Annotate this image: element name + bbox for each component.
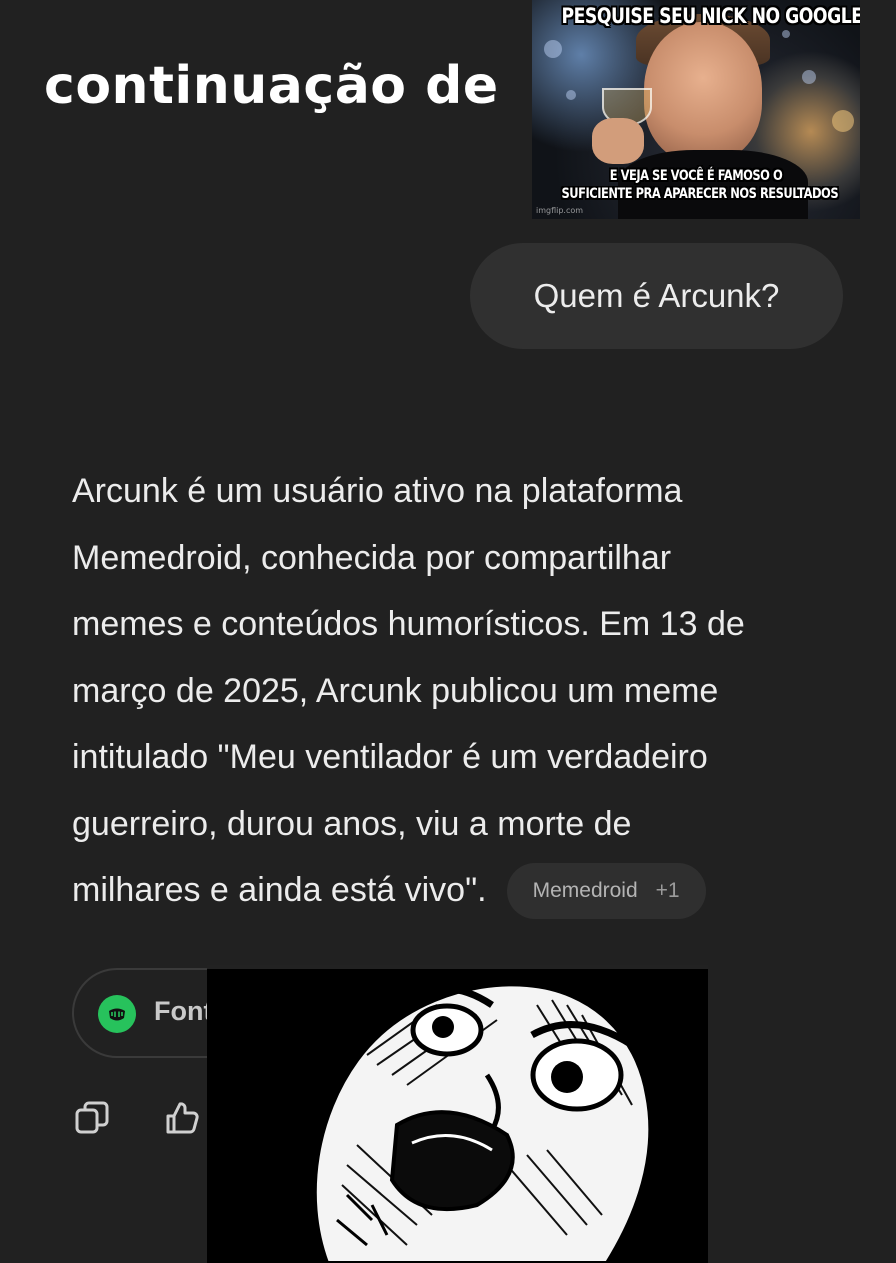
- user-message-bubble: Quem é Arcunk?: [470, 243, 843, 349]
- thumbs-up-button[interactable]: [162, 1098, 202, 1138]
- rage-face-meme-image: [207, 965, 708, 1263]
- answer-line: Memedroid, conhecida por compartilhar: [72, 538, 672, 577]
- thumbs-up-icon: [166, 1102, 199, 1134]
- answer-line: março de 2025, Arcunk publicou um meme: [72, 671, 719, 710]
- source-chip-extra: +1: [655, 879, 680, 902]
- caption-title: continuação de: [44, 56, 499, 116]
- answer-line: milhares e ainda está vivo".: [72, 871, 487, 909]
- assistant-answer: Arcunk é um usuário ativo na plataforma …: [72, 458, 852, 924]
- meme-image-top: PESQUISE SEU NICK NO GOOGLE E VEJA SE VO…: [532, 0, 860, 219]
- sources-logo-icon: [98, 995, 136, 1033]
- meme-bottom-text-1: E VEJA SE VOCÊ É FAMOSO O: [609, 168, 783, 184]
- meme-bottom-text-2: SUFICIENTE PRA APARECER NOS RESULTADOS: [561, 186, 839, 202]
- meme-top-text: PESQUISE SEU NICK NO GOOGLE: [561, 4, 860, 28]
- answer-last-line: milhares e ainda está vivo". Memedroid +1: [72, 857, 852, 924]
- answer-line: guerreiro, durou anos, viu a morte de: [72, 804, 632, 843]
- answer-line: Arcunk é um usuário ativo na plataforma: [72, 472, 683, 510]
- copy-button[interactable]: [72, 1098, 112, 1138]
- copy-icon: [75, 1101, 109, 1134]
- answer-line: intitulado "Meu ventilador é um verdadei…: [72, 738, 708, 776]
- sources-label: Font: [154, 996, 213, 1026]
- user-message-text: Quem é Arcunk?: [533, 277, 780, 314]
- source-chip[interactable]: Memedroid +1: [506, 862, 706, 919]
- answer-line: memes e conteúdos humorísticos. Em 13 de: [72, 605, 745, 643]
- meme-watermark: imgflip.com: [536, 206, 584, 215]
- source-chip-label: Memedroid: [532, 879, 638, 902]
